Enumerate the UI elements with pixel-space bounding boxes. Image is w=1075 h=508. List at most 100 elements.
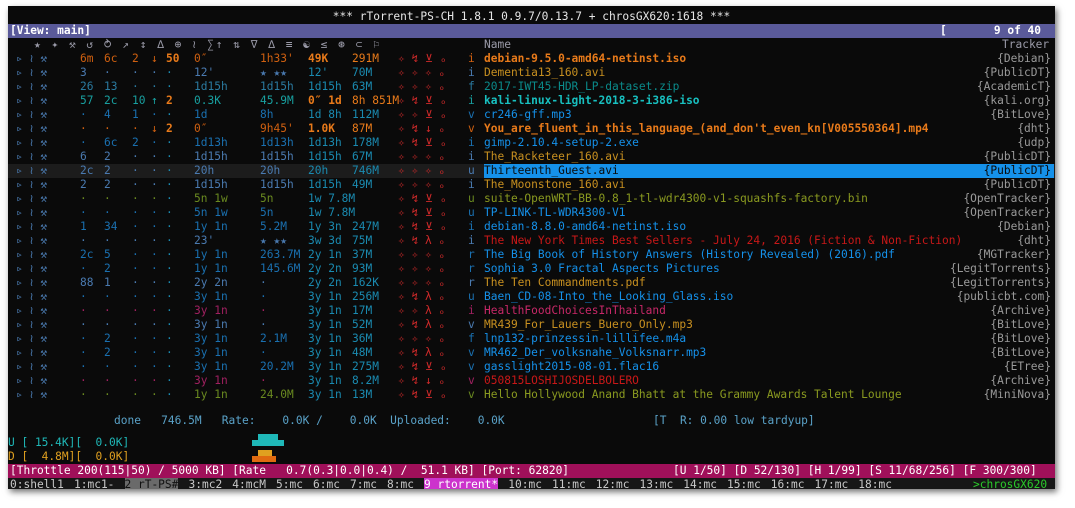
- torrent-row[interactable]: ▹ ≀ ⚒ 2 2 · · · 1d15h 1d15h 1d15h 49M ✧ ✧ ✧ ₒ i The_…: [8, 178, 1055, 192]
- torrent-row[interactable]: ▹ ≀ ⚒ 2c 2 · · · 20h 20h 20h 746M ✧ ✧ ✧ ₒ u Thirteen…: [8, 164, 1055, 178]
- screen-tab[interactable]: 4:mcM: [232, 478, 266, 489]
- torrent-row[interactable]: ▹ ≀ ⚒ · · · · · 23' ★ ★★ 3w 3d 75M ✧ ↯ λ ₒ i The New…: [8, 234, 1055, 248]
- torrent-row[interactable]: ▹ ≀ ⚒ 26 13 · · · 1d15h 1d15h 1d15h 63M ✧ ✧ ✧ ₒ f 20…: [8, 80, 1055, 94]
- torrent-name[interactable]: kali-linux-light-2018-3-i386-iso: [484, 94, 700, 108]
- torrent-row[interactable]: ▹ ≀ ⚒ · · · ↓ 2 0″ 9h45' 1.0K 87M ✧ ↯ ↓ ₒ v You_are_…: [8, 122, 1055, 136]
- torrent-row[interactable]: ▹ ≀ ⚒ 88 1 · · · 2y 2n · 2y 2n 162K ✧ ✧ ✧ ₒ r The Te…: [8, 276, 1055, 290]
- row-col-c7: 1d15h: [260, 150, 294, 163]
- torrent-row[interactable]: ▹ ≀ ⚒ 57 2c 10 ↑ 2 0.3K 45.9M 0″ 1d 8h 851M ✧ ↯ ⊻ …: [8, 94, 1055, 108]
- torrent-name[interactable]: lnp132-prinzessin-lillifee.m4a: [484, 332, 686, 346]
- torrent-row[interactable]: ▹ ≀ ⚒ · · · · · 3y 1n · 3y 1n 52M ✧ ↯ λ ₒ v MR439_Fo…: [8, 318, 1055, 332]
- row-col-c2: 2: [104, 178, 111, 191]
- screen-tab[interactable]: 7:mc: [350, 478, 377, 489]
- row-col-st: ✧ ↯ ⊻ ₒ: [398, 136, 447, 149]
- row-col-c5: ·: [166, 262, 173, 275]
- screen-tab[interactable]: 3:mc2: [189, 478, 223, 489]
- row-col-st: ✧ ↯ ↓ ₒ: [398, 122, 446, 135]
- torrent-name[interactable]: Baen_CD-08-Into_the_Looking_Glass.iso: [484, 290, 733, 304]
- screen-tab[interactable]: 17:mc: [815, 478, 849, 489]
- torrent-row[interactable]: ▹ ≀ ⚒ 6m 6c 2 ↓ 50 0″ 1h33' 49K 291M ✧ ↯ ⊻ ₒ i debia…: [8, 52, 1055, 66]
- torrent-row[interactable]: ▹ ≀ ⚒ · 2 · · · 1y 1n 145.6M 2y 2n 93M ✧ ✧ ✧ ₒ r Sop…: [8, 262, 1055, 276]
- torrent-name[interactable]: Sophia 3.0 Fractal Aspects Pictures: [484, 262, 720, 276]
- torrent-name[interactable]: The New York Times Best Sellers - July 2…: [484, 234, 962, 248]
- row-col-c1: ·: [80, 388, 87, 401]
- torrent-name[interactable]: MR462_Der_volksnahe_Volksnarr.mp3: [484, 346, 706, 360]
- row-col-c6: 0″: [194, 122, 208, 135]
- torrent-row[interactable]: ▹ ≀ ⚒ 6 2 · · · 1d15h 1d15h 1d15h 67M ✧ ✧ ✧ ₒ i The_…: [8, 150, 1055, 164]
- screen-tab[interactable]: 8:mc: [387, 478, 414, 489]
- screen-tab[interactable]: 10:mc: [508, 478, 542, 489]
- torrent-row[interactable]: ▹ ≀ ⚒ 1 34 · · · 1y 1n 5.2M 1y 3n 247M ✧ ↯ ⊻ ₒ i deb…: [8, 220, 1055, 234]
- upload-rate-line: U [ 15.4K][ 0.0K]: [8, 436, 1055, 450]
- row-col-c5: ·: [166, 360, 173, 373]
- row-col-st: ✧ ↯ λ ₒ: [398, 318, 446, 331]
- screen-tab[interactable]: 1:mc1-: [74, 478, 114, 489]
- torrent-name[interactable]: 050815LOSHIJOSDELBOLERO: [484, 374, 639, 388]
- torrent-row[interactable]: ▹ ≀ ⚒ · · · · · 1y 1n 24.0M 3y 1n 13M ✧ ↯ ⊻ ₒ v Hell…: [8, 388, 1055, 402]
- torrent-row[interactable]: ▹ ≀ ⚒ · · · · · 5n 1w 5n 1w 7.8M ✧ ↯ ⊻ ₒ u TP-LINK-…: [8, 206, 1055, 220]
- row-col-c6: 3y 1n: [194, 290, 228, 303]
- torrent-row[interactable]: ▹ ≀ ⚒ · · · · · 3y 1n · 3y 1n 8.2M ✧ ↯ ↓ ₒ v 050815L…: [8, 374, 1055, 388]
- row-col-c1: 6: [80, 150, 87, 163]
- row-col-c4: ·: [151, 150, 158, 163]
- torrent-name[interactable]: The Big Book of History Answers (History…: [484, 248, 895, 262]
- row-col-k: i: [468, 66, 475, 79]
- torrent-name[interactable]: gimp-2.10.4-setup-2.exe: [484, 136, 639, 150]
- torrent-name[interactable]: The Ten Commandments.pdf: [484, 276, 646, 290]
- row-col-c5: ·: [166, 346, 173, 359]
- torrent-row[interactable]: ▹ ≀ ⚒ 3 · · · · 12' ★ ★★ 12' 70M ✧ ✧ ✧ ₒ i Dementia1…: [8, 66, 1055, 80]
- torrent-tracker: {BitLove}: [990, 346, 1051, 359]
- screen-tab[interactable]: 16:mc: [771, 478, 805, 489]
- torrent-row[interactable]: ▹ ≀ ⚒ · 6c 2 · · 1d13h 1d13h 1d13h 178M ✧ ↯ ⊻ ₒ i gi…: [8, 136, 1055, 150]
- row-col-k: v: [468, 346, 475, 359]
- torrent-name[interactable]: HealthFoodChoicesInThailand: [484, 304, 666, 318]
- row-col-c5: ·: [166, 388, 173, 401]
- torrent-row[interactable]: ▹ ≀ ⚒ · · · · · 3y 1n · 3y 1n 256M ✧ ↯ λ ₒ u Baen_CD…: [8, 290, 1055, 304]
- screen-tab[interactable]: 14:mc: [683, 478, 717, 489]
- torrent-row[interactable]: ▹ ≀ ⚒ · 4 1 · · 1d 8h 1d 8h 112M ✧ ✧ ⊻ ₒ v cr246-gff…: [8, 108, 1055, 122]
- torrent-name[interactable]: You_are_fluent_in_this_language_(and_don…: [484, 122, 929, 136]
- view-position: [ 9 of 40 ]: [940, 24, 1042, 37]
- torrent-row[interactable]: ▹ ≀ ⚒ · · · · · 5n 1w 5n 1w 7.8M ✧ ↯ ⊻ ₒ u suite-Op…: [8, 192, 1055, 206]
- row-col-flags: ▹ ≀ ⚒: [16, 332, 48, 345]
- row-col-c9: 8.2M: [352, 374, 379, 387]
- screen-tab[interactable]: 2 rT-PS#: [124, 478, 179, 489]
- torrent-name[interactable]: Thirteenth_Guest.avi: [484, 164, 1054, 178]
- torrent-row[interactable]: ▹ ≀ ⚒ 2c 5 · · · 1y 1n 263.7M 2y 1n 37M ✧ ✧ ✧ ₒ r Th…: [8, 248, 1055, 262]
- screen-tab[interactable]: 12:mc: [596, 478, 630, 489]
- screen-tab[interactable]: 18:mc: [858, 478, 892, 489]
- screen-tab[interactable]: 9 rtorrent*: [424, 478, 499, 489]
- torrent-name[interactable]: cr246-gff.mp3: [484, 108, 572, 122]
- torrent-name[interactable]: gasslight2015-08-01.flac16: [484, 360, 659, 374]
- torrent-name[interactable]: The_Racketeer_160.avi: [484, 150, 625, 164]
- row-col-c4: ·: [151, 374, 158, 387]
- torrent-row[interactable]: ▹ ≀ ⚒ · · · · · 3y 1n · 3y 1n 17M ✧ ✧ λ ₒ i HealthFo…: [8, 304, 1055, 318]
- screen-tab[interactable]: 5:mc: [276, 478, 303, 489]
- torrent-row[interactable]: ▹ ≀ ⚒ · 2 · · · 3y 1n · 3y 1n 48M ✧ ↯ λ ₒ v MR462_De…: [8, 346, 1055, 360]
- torrent-row[interactable]: ▹ ≀ ⚒ · · · · · 3y 1n 20.2M 3y 1n 275M ✧ ↯ ⊻ ₒ v gas…: [8, 360, 1055, 374]
- torrent-name[interactable]: debian-9.5.0-amd64-netinst.iso: [484, 52, 686, 66]
- torrent-name[interactable]: Dementia13_160.avi: [484, 66, 605, 80]
- torrent-row[interactable]: ▹ ≀ ⚒ · 2 · · · 3y 1n 2.1M 3y 1n 36M ✧ ✧ ✧ ₒ f lnp13…: [8, 332, 1055, 346]
- row-col-c8: 0″ 1d: [308, 94, 342, 107]
- torrent-name[interactable]: MR439_For_Lauers_Buero_Only.mp3: [484, 318, 693, 332]
- column-tracker[interactable]: Tracker: [1002, 38, 1049, 52]
- screen-tab[interactable]: 0:shell1: [10, 478, 64, 489]
- torrent-name[interactable]: TP-LINK-TL-WDR4300-V1: [484, 206, 625, 220]
- screen-tab[interactable]: 11:mc: [552, 478, 586, 489]
- row-col-st: ✧ ↯ ⊻ ₒ: [398, 52, 447, 65]
- screen-tab[interactable]: 13:mc: [640, 478, 674, 489]
- torrent-name[interactable]: suite-OpenWRT-BB-0.8_1-tl-wdr4300-v1-squ…: [484, 192, 868, 206]
- row-col-c5: ·: [166, 136, 173, 149]
- torrent-name[interactable]: debian-8.8.0-amd64-netinst.iso: [484, 220, 686, 234]
- screen-tab[interactable]: 15:mc: [727, 478, 761, 489]
- row-col-st: ✧ ↯ ⊻ ₒ: [398, 220, 447, 233]
- column-name[interactable]: Name: [484, 38, 511, 52]
- screen-tab[interactable]: 6:mc: [313, 478, 340, 489]
- torrent-name[interactable]: The_Moonstone_160.avi: [484, 178, 625, 192]
- torrent-name[interactable]: 2017-IWT45-HDR_LP-dataset.zip: [484, 80, 679, 94]
- row-col-c3: ·: [132, 388, 139, 401]
- row-col-k: u: [468, 192, 475, 205]
- torrent-name[interactable]: Hello Hollywood Anand Bhatt at the Gramm…: [484, 388, 902, 402]
- row-col-c5: ·: [166, 178, 173, 191]
